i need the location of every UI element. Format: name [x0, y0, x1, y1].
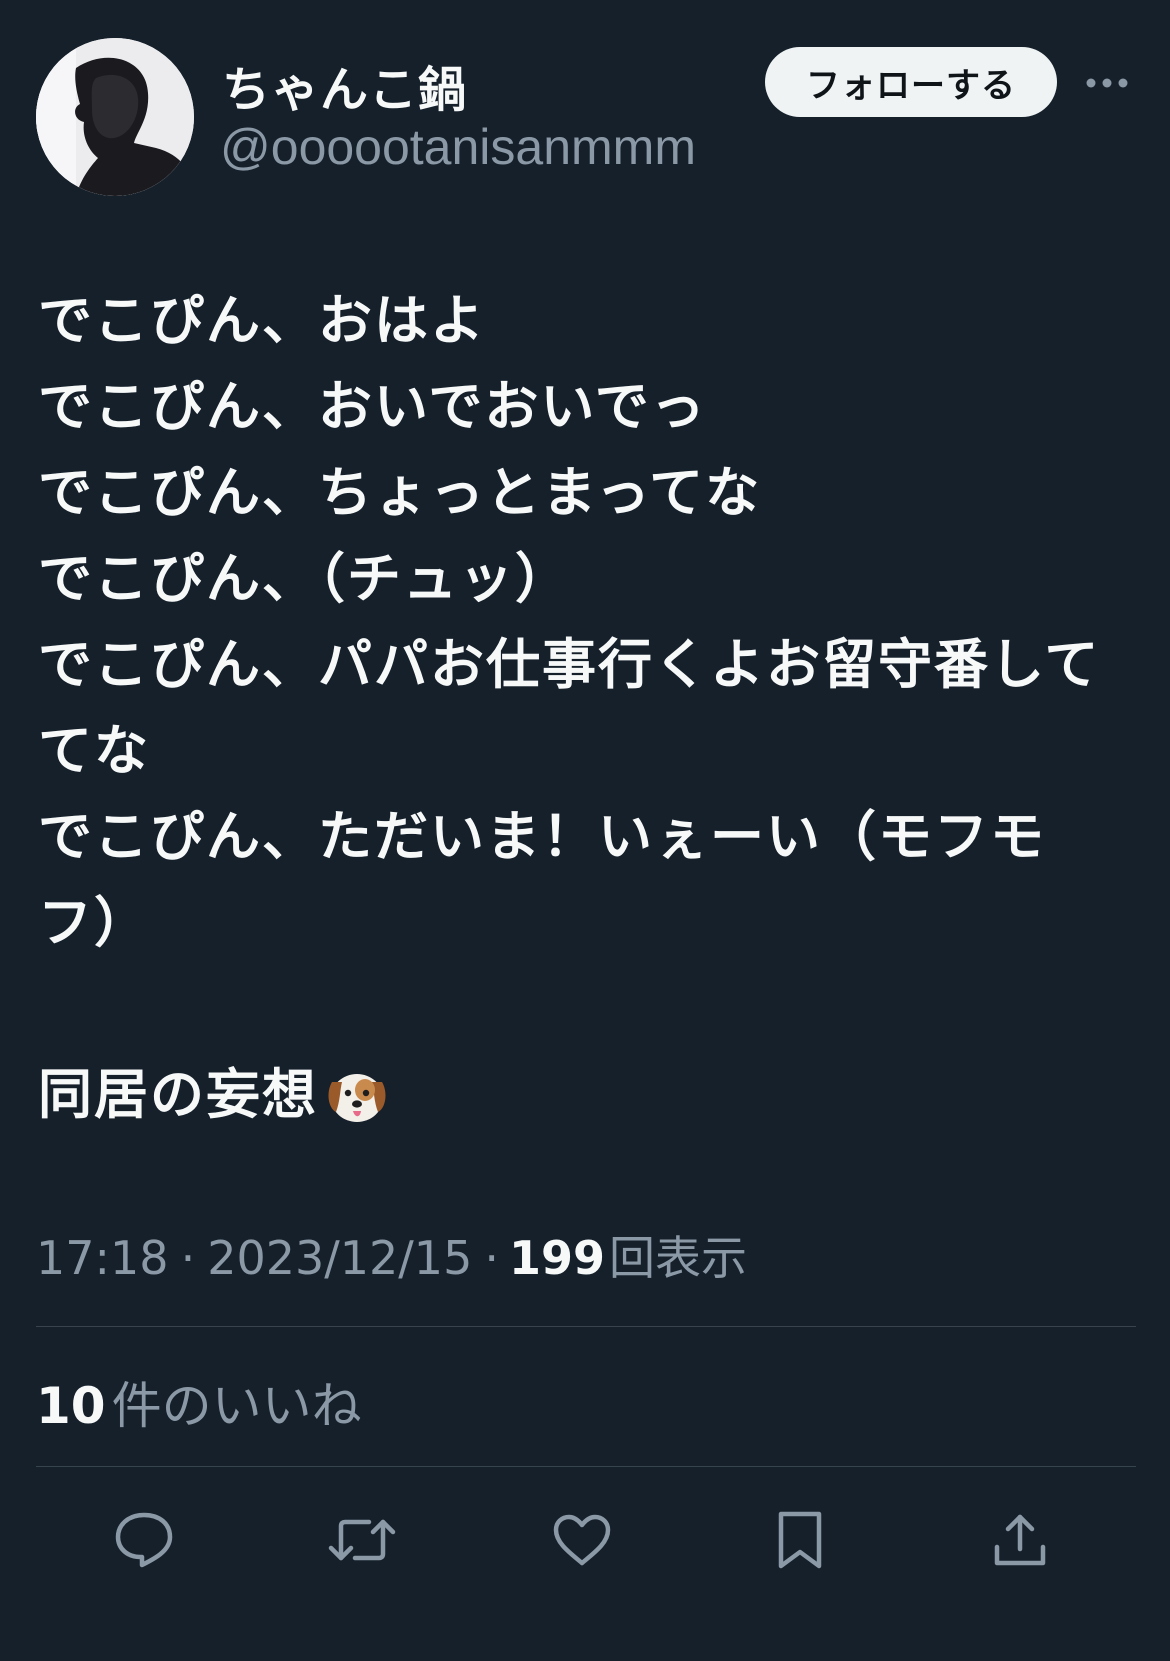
more-options-button[interactable]: [1082, 66, 1132, 100]
divider: [36, 1466, 1136, 1467]
reply-button[interactable]: [104, 1500, 184, 1580]
tweet-date[interactable]: 2023/12/15: [207, 1231, 472, 1285]
tweet-last-line-text: 同居の妄想: [38, 1063, 318, 1126]
views-label[interactable]: 回表示: [609, 1222, 747, 1288]
meta-separator: ·: [180, 1231, 196, 1285]
likes-count: 10: [36, 1377, 106, 1435]
action-bar: [0, 1500, 1170, 1580]
bookmark-icon: [778, 1511, 822, 1569]
likes-label: 件のいいね: [111, 1377, 362, 1435]
dog-face-emoji-icon: [328, 1074, 386, 1122]
tweet-line: でこぴん、おはよ: [38, 289, 486, 352]
more-horizontal-icon: [1086, 78, 1128, 88]
retweet-icon: [328, 1519, 396, 1561]
tweet-line: でこぴん、パパお仕事行くよお留守番して: [38, 633, 1101, 696]
retweet-button[interactable]: [322, 1500, 402, 1580]
tweet-detail-page: ちゃんこ鍋 @oooootanisanmmm フォローする でこぴん、おはよ で…: [0, 0, 1170, 1661]
views-count[interactable]: 199: [509, 1231, 605, 1285]
heart-icon: [553, 1514, 611, 1566]
meta-separator: ·: [484, 1231, 499, 1285]
divider: [36, 1326, 1136, 1327]
tweet-meta: 17:18 · 2023/12/15 · 199 回表示: [36, 1222, 747, 1288]
likes-summary[interactable]: 10 件のいいね: [36, 1366, 362, 1438]
tweet-text: でこぴん、おはよ でこぴん、おいでおいでっ でこぴん、ちょっとまってな でこぴん…: [38, 278, 1128, 1138]
reply-icon: [115, 1512, 173, 1568]
tweet-line: でこぴん、ただいま！いぇーい（モフモ: [38, 805, 1046, 868]
tweet-line: でこぴん、おいでおいでっ: [38, 375, 707, 438]
tweet-line: てな: [38, 719, 150, 782]
display-name[interactable]: ちゃんこ鍋: [222, 50, 467, 120]
share-icon: [994, 1514, 1046, 1566]
avatar[interactable]: [36, 38, 194, 196]
avatar-image: [36, 38, 194, 196]
tweet-line: フ）: [38, 891, 150, 954]
follow-button[interactable]: フォローする: [765, 47, 1057, 117]
tweet-time[interactable]: 17:18: [36, 1231, 169, 1285]
bookmark-button[interactable]: [760, 1500, 840, 1580]
share-button[interactable]: [980, 1500, 1060, 1580]
tweet-line: でこぴん、（チュッ）: [38, 547, 571, 610]
tweet-line: 同居の妄想: [38, 1052, 1128, 1138]
tweet-line: でこぴん、ちょっとまってな: [38, 461, 762, 524]
like-button[interactable]: [542, 1500, 622, 1580]
user-handle[interactable]: @oooootanisanmmm: [220, 118, 696, 176]
